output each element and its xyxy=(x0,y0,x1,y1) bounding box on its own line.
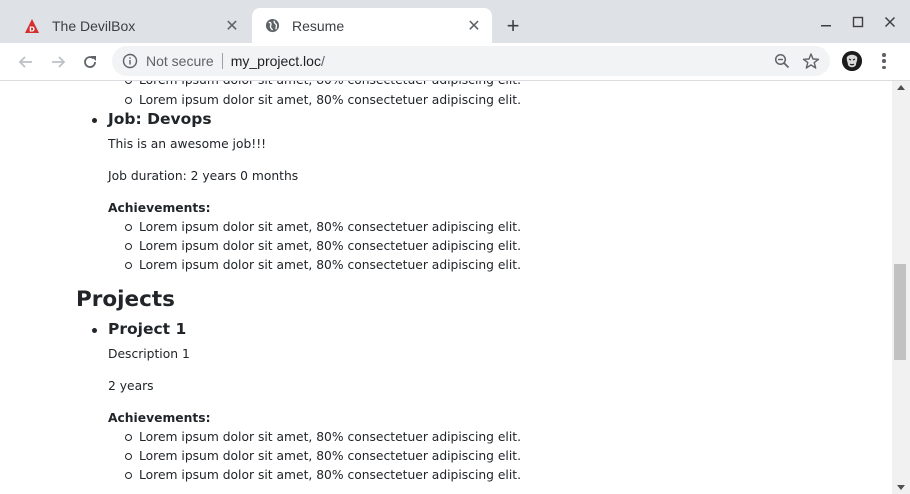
info-icon[interactable] xyxy=(122,53,138,69)
divider xyxy=(221,53,223,69)
tab-resume[interactable]: Resume ✕ xyxy=(252,8,492,43)
globe-icon xyxy=(264,18,280,34)
maximize-icon[interactable] xyxy=(844,10,872,34)
achievements-label: Achievements: xyxy=(108,201,211,215)
svg-text:D: D xyxy=(29,25,35,33)
toolbar: Not secure my_project.loc / xyxy=(0,43,910,81)
plus-icon[interactable]: + xyxy=(500,13,526,39)
tab-title: Resume xyxy=(292,17,345,34)
projects-heading: Projects xyxy=(76,287,175,312)
tab-strip: D The DevilBox ✕ Resume ✕ + xyxy=(0,0,910,43)
list-item: Lorem ipsum dolor sit amet, 80% consecte… xyxy=(125,447,521,466)
vertical-scrollbar[interactable] xyxy=(892,81,910,494)
job-title: Job: Devops xyxy=(92,110,212,128)
close-icon[interactable] xyxy=(876,10,904,34)
achievements-label: Achievements: xyxy=(108,411,211,425)
project-description: Description 1 xyxy=(108,347,190,361)
job-duration: Job duration: 2 years 0 months xyxy=(108,169,299,183)
devilbox-logo-icon: D xyxy=(24,18,40,34)
zoom-out-icon[interactable] xyxy=(774,53,790,69)
back-arrow-icon[interactable] xyxy=(12,48,40,76)
close-tab-icon[interactable]: ✕ xyxy=(222,16,242,36)
list-item: Lorem ipsum dolor sit amet, 80% consecte… xyxy=(125,81,521,90)
list-item: Lorem ipsum dolor sit amet, 80% consecte… xyxy=(125,256,521,275)
address-bar[interactable]: Not secure my_project.loc / xyxy=(112,46,830,76)
forward-arrow-icon[interactable] xyxy=(44,48,72,76)
project-title: Project 1 xyxy=(91,320,187,338)
list-item: Lorem ipsum dolor sit amet, 80% consecte… xyxy=(125,237,521,256)
list-item: Lorem ipsum dolor sit amet, 80% consecte… xyxy=(125,428,521,447)
page-viewport: Lorem ipsum dolor sit amet, 80% consecte… xyxy=(0,81,892,494)
job-description: This is an awesome job!!! xyxy=(108,137,267,151)
list-item: Lorem ipsum dolor sit amet, 80% consecte… xyxy=(125,466,521,485)
scroll-down-arrow-icon[interactable] xyxy=(897,485,905,490)
profile-avatar[interactable] xyxy=(842,51,862,71)
scroll-up-arrow-icon[interactable] xyxy=(897,85,905,90)
url-host: my_project.loc xyxy=(230,53,321,69)
more-menu-icon[interactable] xyxy=(876,51,892,71)
list-item: Lorem ipsum dolor sit amet, 80% consecte… xyxy=(125,91,521,110)
scrollbar-thumb[interactable] xyxy=(894,264,906,360)
project-duration: 2 years xyxy=(108,379,154,393)
close-tab-icon[interactable]: ✕ xyxy=(464,16,484,36)
url-path: / xyxy=(320,53,325,69)
reload-icon[interactable] xyxy=(76,48,104,76)
tab-title: The DevilBox xyxy=(52,17,136,34)
bookmark-star-icon[interactable] xyxy=(802,52,820,70)
security-label: Not secure xyxy=(146,53,214,69)
list-item: Lorem ipsum dolor sit amet, 80% consecte… xyxy=(125,218,521,237)
minimize-icon[interactable] xyxy=(812,10,840,34)
tab-devilbox[interactable]: D The DevilBox ✕ xyxy=(12,8,250,43)
